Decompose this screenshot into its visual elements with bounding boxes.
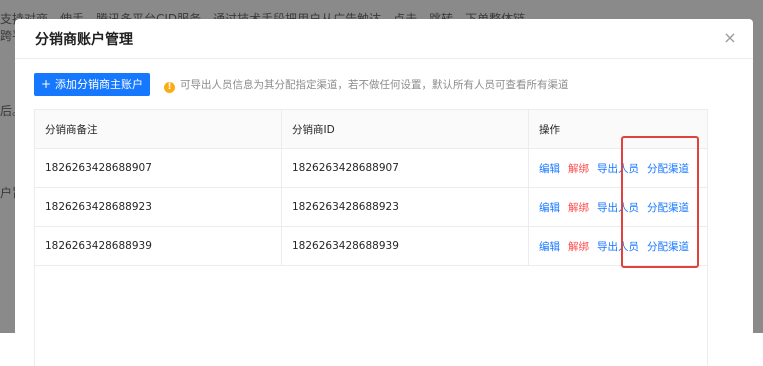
- unbind-link[interactable]: 解绑: [568, 163, 589, 175]
- modal-header: 分销商账户管理 ×: [15, 19, 753, 59]
- edit-link[interactable]: 编辑: [539, 202, 560, 214]
- close-icon[interactable]: ×: [721, 29, 739, 47]
- distributor-id-cell: 1826263428688923: [281, 187, 529, 227]
- table-row: 1826263428688939 1826263428688939 编辑 解绑 导出…: [35, 226, 707, 266]
- assign-channel-link[interactable]: 分配渠道: [647, 163, 689, 175]
- actions-cell: 编辑 解绑 导出人员 分配渠道: [528, 226, 707, 266]
- modal-title: 分销商账户管理: [35, 32, 133, 48]
- table-row: 1826263428688923 1826263428688923 编辑 解绑 导出…: [35, 187, 707, 227]
- export-members-link[interactable]: 导出人员: [597, 202, 639, 214]
- hint-text: 可导出人员信息为其分配指定渠道，若不做任何设置，默认所有人员可查看所有渠道: [180, 79, 569, 91]
- distributor-note-cell: 1826263428688923: [35, 187, 282, 227]
- unbind-link[interactable]: 解绑: [568, 241, 589, 253]
- distributor-id-cell: 1826263428688939: [281, 226, 529, 266]
- assign-channel-link[interactable]: 分配渠道: [647, 241, 689, 253]
- column-header-note: 分销商备注: [35, 110, 282, 149]
- export-members-link[interactable]: 导出人员: [597, 241, 639, 253]
- assign-channel-link[interactable]: 分配渠道: [647, 202, 689, 214]
- table-header-row: 分销商备注 分销商ID 操作: [35, 110, 707, 149]
- add-button-label: 添加分销商主账户: [55, 78, 144, 91]
- distributor-note-cell: 1826263428688939: [35, 226, 282, 266]
- actions-cell: 编辑 解绑 导出人员 分配渠道: [528, 187, 707, 227]
- column-header-id: 分销商ID: [281, 110, 529, 149]
- distributor-table: 分销商备注 分销商ID 操作 1826263428688907 18262634…: [34, 109, 708, 366]
- edit-link[interactable]: 编辑: [539, 241, 560, 253]
- actions-cell: 编辑 解绑 导出人员 分配渠道: [528, 148, 707, 188]
- add-distributor-account-button[interactable]: + 添加分销商主账户: [34, 73, 150, 96]
- info-circle-icon: !: [164, 82, 175, 93]
- distributor-id-cell: 1826263428688907: [281, 148, 529, 188]
- export-members-link[interactable]: 导出人员: [597, 163, 639, 175]
- edit-link[interactable]: 编辑: [539, 163, 560, 175]
- plus-icon: +: [40, 77, 52, 91]
- column-header-actions: 操作: [528, 110, 707, 149]
- unbind-link[interactable]: 解绑: [568, 202, 589, 214]
- distributor-note-cell: 1826263428688907: [35, 148, 282, 188]
- hint-message: ! 可导出人员信息为其分配指定渠道，若不做任何设置，默认所有人员可查看所有渠道: [164, 77, 569, 93]
- table-row: 1826263428688907 1826263428688907 编辑 解绑 导出…: [35, 148, 707, 188]
